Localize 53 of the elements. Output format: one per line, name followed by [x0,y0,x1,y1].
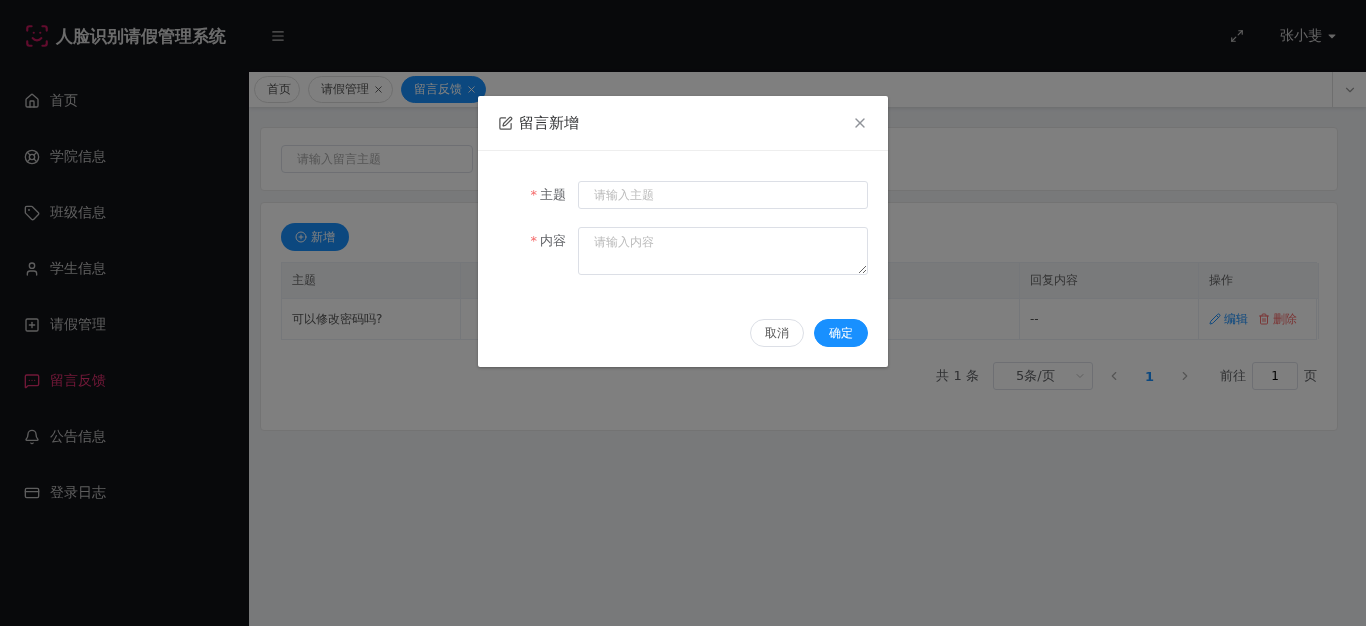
cancel-button[interactable]: 取消 [750,319,804,347]
sidebar-item[interactable]: 公告信息 [0,409,249,465]
trash-icon [1258,313,1270,325]
table-header: 操作 [1199,263,1319,298]
sidebar-item[interactable]: 首页 [0,73,249,129]
card-icon [24,485,40,501]
tag-icon [24,205,40,221]
home-icon [24,93,40,109]
sidebar-item[interactable]: 学院信息 [0,129,249,185]
sidebar-item[interactable]: 登录日志 [0,465,249,521]
page-number[interactable]: 1 [1144,368,1154,384]
tab[interactable]: 请假管理 [308,76,393,103]
field-label: * 主题 [529,186,567,204]
bell-icon [24,429,40,445]
page-size-select[interactable]: 5条/页 [992,362,1093,390]
user-menu[interactable]: 张小斐 [1274,26,1344,46]
add-button[interactable]: 新增 [281,223,349,251]
close-icon[interactable] [466,84,477,95]
menu-icon[interactable] [271,29,285,43]
dialog-title: 留言新增 [519,113,579,133]
close-icon[interactable] [373,84,384,95]
plus-icon [295,231,307,243]
required-mark: * [530,187,537,202]
table-header: 主题 [282,263,461,298]
fullscreen-icon[interactable] [1230,29,1244,43]
confirm-button[interactable]: 确定 [814,319,868,347]
tab[interactable]: 留言反馈 [401,76,486,103]
user-icon [24,261,40,277]
subject-field[interactable]: 请输入主题 [578,181,868,209]
sidebar-item[interactable]: 留言反馈 [0,353,249,409]
required-mark: * [530,233,537,248]
goto-label: 前往 [1220,367,1246,385]
pencil-icon [1209,313,1221,325]
table-header: 回复内容 [1020,263,1199,298]
edit-link[interactable]: 编辑 [1209,310,1248,328]
tab[interactable]: 首页 [254,76,300,103]
table-cell: -- [1020,298,1199,339]
delete-link[interactable]: 删除 [1258,310,1297,328]
message-icon [24,373,40,389]
total-count: 共 1 条 [936,367,979,385]
field-label: * 内容 [529,232,567,250]
page-suffix: 页 [1304,367,1317,385]
app-title: 人脸识别请假管理系统 [56,24,226,48]
content-field[interactable]: 请输入内容 [578,227,868,275]
sidebar-item[interactable]: 请假管理 [0,297,249,353]
sidebar-item[interactable]: 班级信息 [0,185,249,241]
sidebar-item[interactable]: 学生信息 [0,241,249,297]
lifebuoy-icon [24,149,40,165]
face-scan-logo-icon [24,23,50,49]
goto-page-field[interactable]: 1 [1252,362,1298,390]
square-plus-icon [24,317,40,333]
edit-icon [498,115,513,131]
table-cell: 可以修改密码吗? [282,298,461,339]
